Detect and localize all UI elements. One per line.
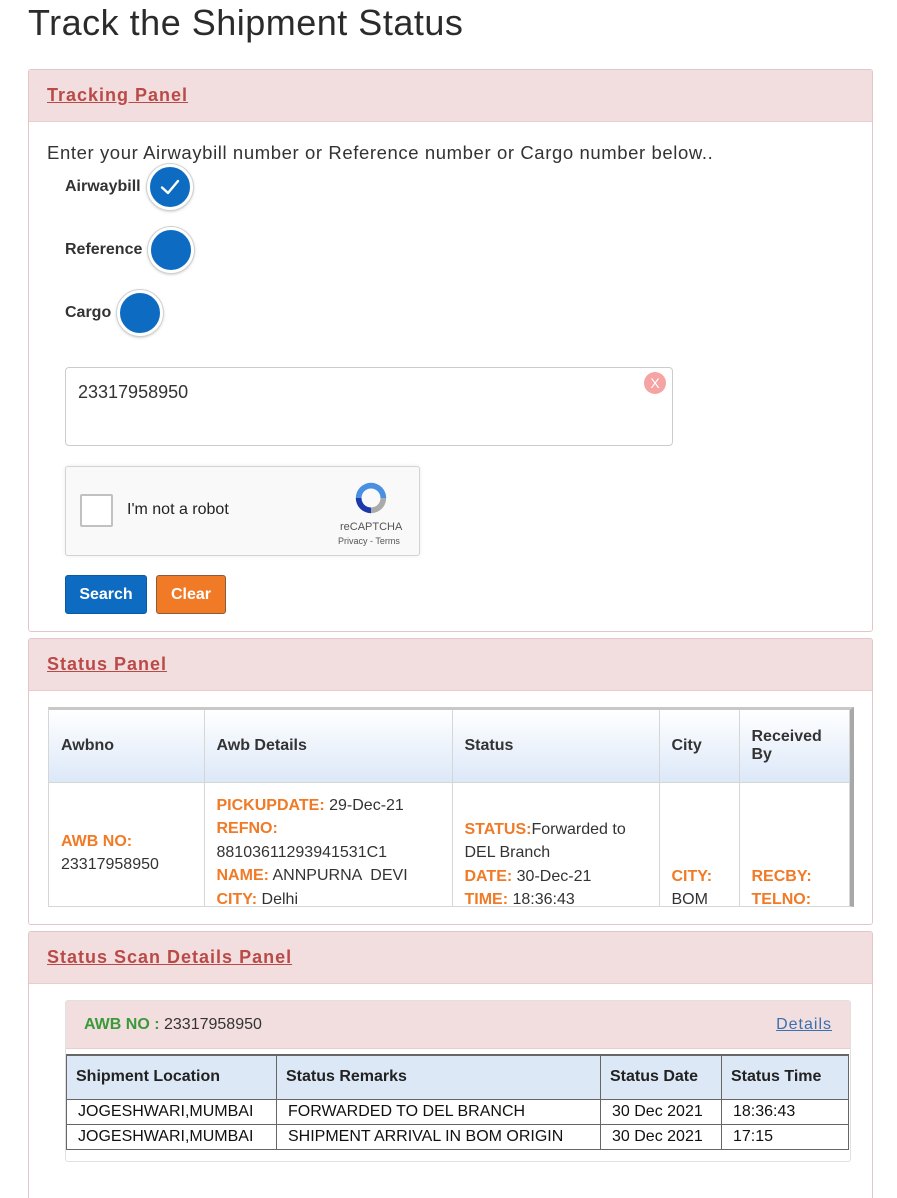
scan-panel-heading[interactable]: Status Scan Details Panel [47,947,292,968]
scan-cell: 18:36:43 [721,1098,849,1125]
clear-button[interactable]: Clear [156,575,226,614]
recaptcha-terms-link[interactable]: Privacy - Terms [338,536,400,546]
time-label: TIME: [464,891,509,907]
radio-cargo-button[interactable] [117,290,164,336]
status-panel-header: Status Panel [29,639,872,691]
status-cell-awb-details: PICKUPDATE: 29-Dec-21 REFNO: 88103611293… [204,782,453,907]
time-value: 18:36:43 [512,891,575,907]
details-link[interactable]: Details [776,1016,832,1034]
page-title: Track the Shipment Status [28,2,464,43]
clear-input-icon[interactable]: X [644,372,666,394]
status-row: AWB NO: 23317958950 PICKUPDATE: 29-Dec-2… [49,782,850,907]
status-cell-awbno: AWB NO: 23317958950 [49,782,205,906]
tracking-panel: Tracking Panel Enter your Airwaybill num… [28,69,873,632]
scan-details-box: AWB NO : 23317958950 Details Shipment Lo… [65,1000,851,1162]
date-value: 30-Dec-21 [516,867,592,885]
radio-airwaybill-button[interactable] [146,164,193,210]
city-label: CITY: [216,890,258,907]
scan-cell: 30 Dec 2021 [600,1123,722,1150]
radio-reference-label: Reference [65,241,143,258]
status-cell-status: STATUS:Forwarded to DEL Branch DATE: 30-… [452,782,660,907]
status-col-awb-details: Awb Details [204,710,453,783]
scan-cell: JOGESHWARI,MUMBAI [66,1123,277,1150]
date-label: DATE: [464,867,513,885]
status-col-awbno: Awbno [49,710,205,783]
radio-airwaybill-label: Airwaybill [65,178,141,195]
radio-reference[interactable]: Reference [65,227,195,273]
status-table[interactable]: Awbno Awb Details Status City Received B… [48,707,854,907]
name-value: ANNPURNA DEVI [272,867,408,884]
scan-cell: SHIPMENT ARRIVAL IN BOM ORIGIN [276,1123,601,1150]
tracking-panel-header: Tracking Panel [29,70,872,122]
status-cell-received-by: RECBY: TELNO: [739,782,850,907]
radio-cargo-label: Cargo [65,304,112,321]
scan-awb: AWB NO : 23317958950 [84,1016,262,1034]
refno-value: 88103611293941531C1 [216,843,388,861]
search-button[interactable]: Search [65,575,147,614]
tracking-number-input[interactable]: 23317958950 [65,367,673,446]
refno-label: REFNO: [216,820,278,837]
telno-label: TELNO: [751,891,812,907]
scan-cell: 17:15 [721,1123,849,1150]
scan-panel-header: Status Scan Details Panel [29,932,872,984]
recaptcha-label: I'm not a robot [127,501,229,518]
status-col-received-by: Received By [739,710,850,783]
scan-cell: 30 Dec 2021 [600,1098,722,1125]
city-value: Delhi [261,890,299,907]
tracking-intro: Enter your Airwaybill number or Referenc… [47,142,714,163]
scan-col-remarks: Status Remarks [276,1054,601,1100]
scan-details-panel: Status Scan Details Panel AWB NO : 23317… [28,931,873,1198]
table-row: JOGESHWARI,MUMBAI SHIPMENT ARRIVAL IN BO… [66,1123,849,1150]
scan-cell: FORWARDED TO DEL BRANCH [276,1098,601,1125]
city2-value: BOM [671,891,708,907]
status-cell-city: CITY: BOM [659,782,740,907]
radio-airwaybill[interactable]: Airwaybill [65,164,193,210]
city2-label: CITY: [671,867,713,885]
recaptcha-brand: reCAPTCHA [340,521,403,533]
recby-label: RECBY: [751,867,812,885]
pickupdate-value: 29-Dec-21 [329,796,404,814]
scan-awb-label: AWB NO : [84,1016,160,1033]
scan-awb-value: 23317958950 [164,1016,262,1033]
scan-col-location: Shipment Location [66,1054,277,1100]
recaptcha-logo-icon [355,482,387,514]
status-col-status: Status [452,710,660,783]
recaptcha-widget: I'm not a robot reCAPTCHA Privacy - Term… [65,466,420,556]
scan-col-time: Status Time [721,1054,849,1100]
awb-no-label: AWB NO: [61,832,133,850]
status-label: STATUS: [464,820,532,838]
name-label: NAME: [216,867,269,884]
awb-no-value: 23317958950 [61,856,159,874]
scan-table: Shipment Location Status Remarks Status … [66,1054,849,1150]
recaptcha-checkbox[interactable] [80,494,113,527]
scan-col-date: Status Date [600,1054,722,1100]
tracking-panel-heading[interactable]: Tracking Panel [47,85,188,106]
checkmark-icon [160,179,179,195]
table-row: JOGESHWARI,MUMBAI FORWARDED TO DEL BRANC… [66,1098,849,1125]
pickupdate-label: PICKUPDATE: [216,796,325,814]
scan-cell: JOGESHWARI,MUMBAI [66,1098,277,1125]
status-col-city: City [659,710,740,783]
status-panel: Status Panel Awbno Awb Details Status Ci… [28,638,873,925]
radio-cargo[interactable]: Cargo [65,290,164,336]
scan-box-header: AWB NO : 23317958950 Details [66,1001,850,1049]
radio-reference-button[interactable] [148,227,195,273]
status-panel-heading[interactable]: Status Panel [47,654,167,675]
